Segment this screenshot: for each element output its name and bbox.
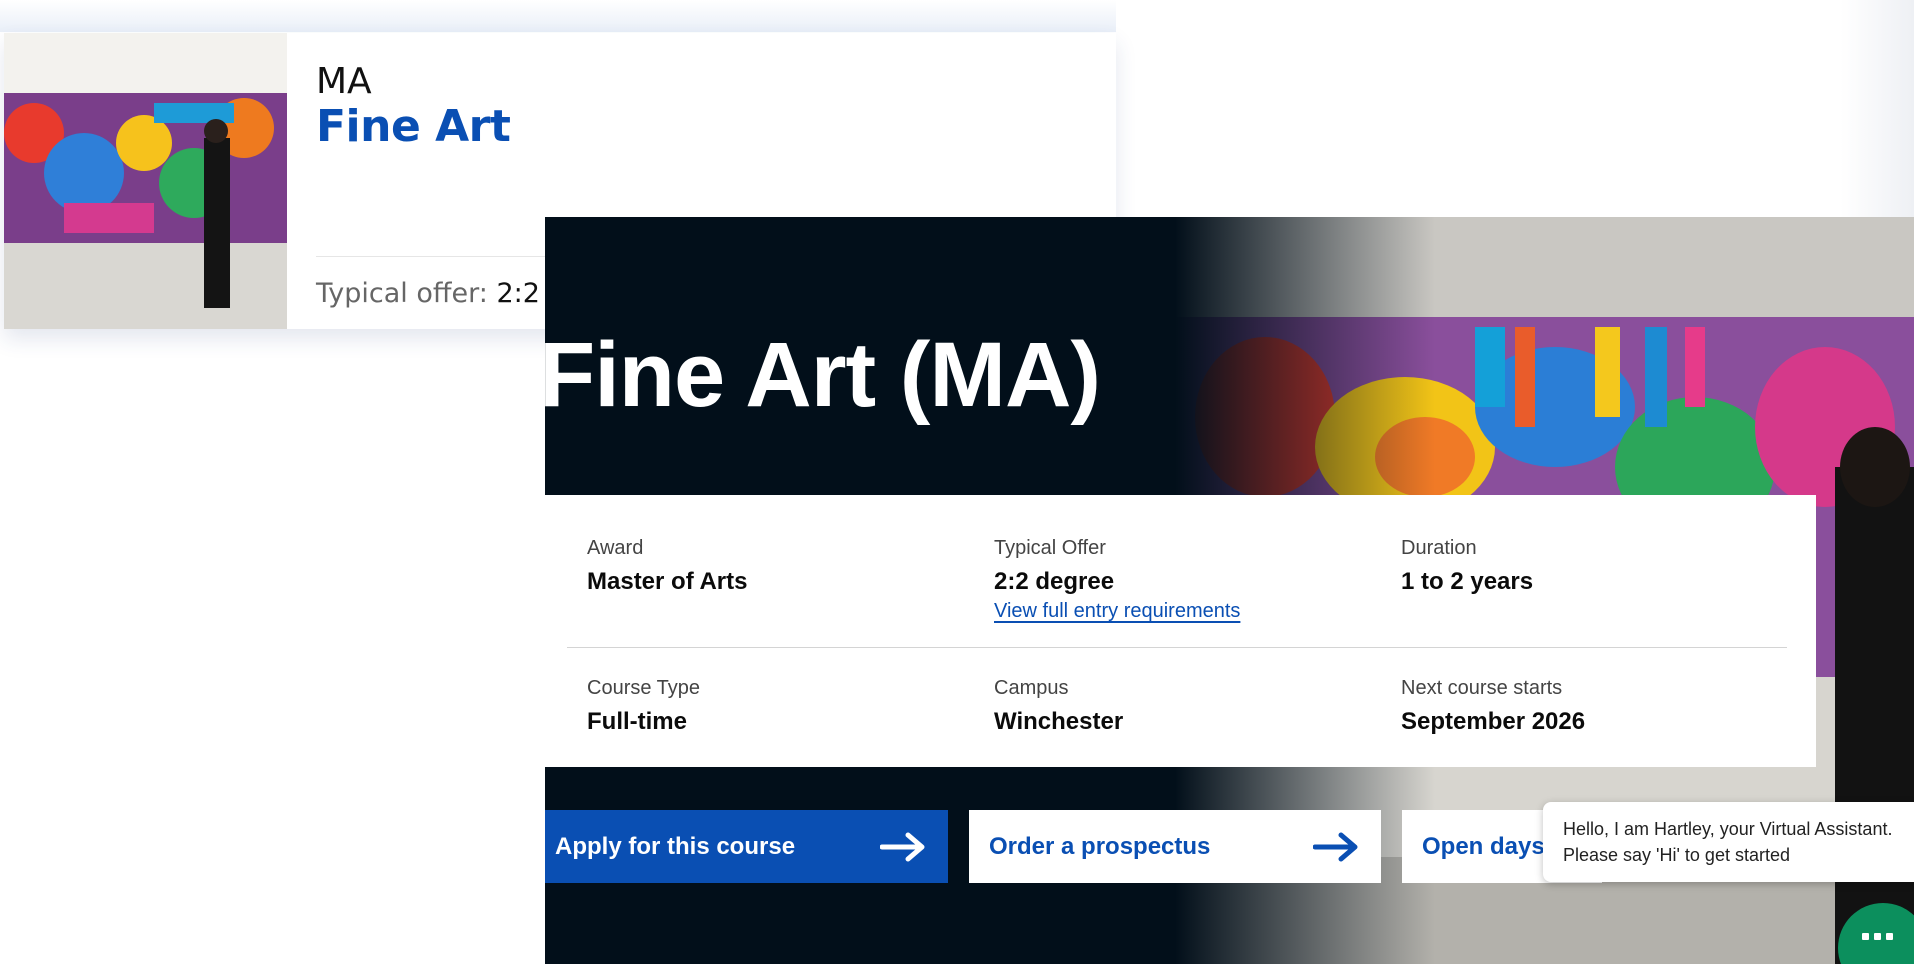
fact-course-type: Course Type Full-time <box>587 677 700 736</box>
fact-duration-label: Duration <box>1401 537 1477 559</box>
apply-button-label: Apply for this course <box>555 832 796 860</box>
fact-award: Award Master of Arts <box>587 537 747 596</box>
chat-icon <box>1862 933 1893 940</box>
fact-course-type-label: Course Type <box>587 677 701 699</box>
course-key-facts: Award Master of Arts Typical Offer 2:2 d… <box>545 495 1816 767</box>
fact-next-start-label: Next course starts <box>1401 677 1563 699</box>
fact-next-start: Next course starts September 2026 <box>1401 677 1585 736</box>
apply-button[interactable]: Apply for this course <box>545 810 948 883</box>
fact-duration-value: 1 to 2 years <box>1401 568 1534 595</box>
top-strip <box>0 0 1116 32</box>
typical-offer-summary: Typical offer: 2:2 d <box>316 278 566 309</box>
virtual-assistant-message[interactable]: Hello, I am Hartley, your Virtual Assist… <box>1543 802 1914 882</box>
course-title-link[interactable]: Fine Art <box>316 101 511 152</box>
fact-course-type-value: Full-time <box>587 708 687 735</box>
order-prospectus-button[interactable]: Order a prospectus <box>969 810 1381 883</box>
fact-campus-label: Campus <box>994 677 1069 699</box>
fact-campus: Campus Winchester <box>994 677 1123 736</box>
arrow-right-icon <box>1313 832 1358 861</box>
fact-offer-label: Typical Offer <box>994 537 1106 559</box>
prospectus-button-label: Order a prospectus <box>989 832 1211 860</box>
fact-campus-value: Winchester <box>994 708 1124 735</box>
open-days-button-label: Open days <box>1422 832 1545 860</box>
course-level: MA <box>316 61 372 102</box>
page-title: Fine Art (MA) <box>545 324 1101 426</box>
course-thumbnail[interactable] <box>4 33 287 329</box>
arrow-right-icon <box>880 832 925 861</box>
typical-offer-label: Typical offer: <box>316 278 488 309</box>
facts-divider <box>567 647 1787 648</box>
fact-typical-offer: Typical Offer 2:2 degree View full entry… <box>994 537 1240 623</box>
fact-offer-value: 2:2 degree <box>994 568 1115 595</box>
entry-requirements-link[interactable]: View full entry requirements <box>994 600 1240 623</box>
fact-duration: Duration 1 to 2 years <box>1401 537 1533 596</box>
fact-award-label: Award <box>587 537 644 559</box>
fact-next-start-value: September 2026 <box>1401 708 1586 735</box>
fact-award-value: Master of Arts <box>587 568 748 595</box>
